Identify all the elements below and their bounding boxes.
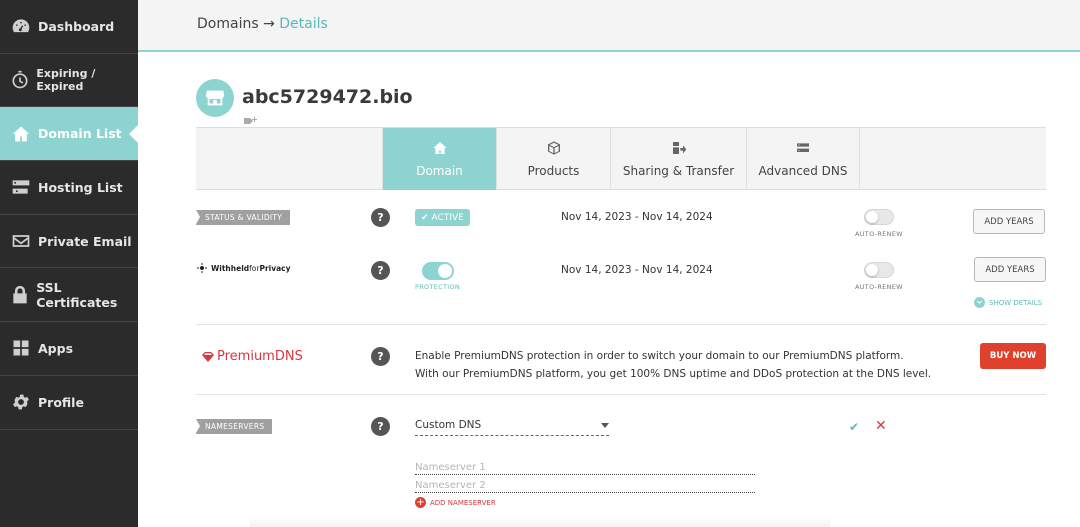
status-badge: ✔ ACTIVE [415, 209, 470, 226]
sidebar-item-label: Expiring / Expired [36, 67, 96, 94]
premium-dns-logo: PremiumDNS [202, 349, 303, 364]
diamond-icon [202, 351, 214, 362]
auto-renew-label: AUTO-RENEW [855, 230, 903, 238]
validity-date-range: Nov 14, 2023 - Nov 14, 2024 [561, 211, 713, 223]
sidebar-item-label: SSL Certificates [36, 279, 118, 310]
help-icon[interactable]: ? [371, 261, 390, 280]
withheld-for-privacy-logo: Withheld for Privacy [197, 263, 291, 273]
sidebar-item-label: Dashboard [38, 18, 115, 34]
tab-label: Domain [416, 164, 463, 178]
nameservers-label: NAMESERVERS [196, 419, 273, 434]
confirm-check-icon[interactable]: ✔ [849, 420, 859, 434]
tab-label: Advanced DNS [758, 164, 848, 178]
add-nameserver-button[interactable]: + ADD NAMESERVER [415, 497, 496, 508]
row-divider [196, 324, 1046, 325]
sidebar-item-hosting-list[interactable]: Hosting List [0, 161, 138, 215]
add-years-button[interactable]: ADD YEARS [973, 209, 1045, 234]
privacy-protection-toggle[interactable] [422, 262, 454, 280]
tabs-bar: Domain Products Sharing & Transfer Advan… [196, 127, 1046, 190]
breadcrumb-separator: → [263, 16, 275, 32]
row-divider [196, 394, 1046, 395]
page-title: abc5729472.bio [242, 86, 413, 108]
auto-renew-toggle[interactable] [864, 209, 894, 225]
buy-now-button[interactable]: BUY NOW [980, 343, 1046, 369]
stopwatch-icon [10, 69, 30, 91]
breadcrumb: Domains → Details [197, 16, 328, 32]
nameserver-type-select[interactable]: Custom DNS [415, 419, 609, 436]
sidebar-item-apps[interactable]: Apps [0, 322, 138, 376]
page-header: Domains → Details [138, 0, 1080, 52]
plus-icon: + [415, 496, 426, 508]
home-icon [432, 140, 448, 158]
server-icon [10, 176, 32, 198]
tab-label: Sharing & Transfer [622, 164, 735, 178]
breadcrumb-domains-link[interactable]: Domains [197, 16, 259, 32]
sidebar-item-domain-list[interactable]: Domain List [0, 107, 138, 162]
nameserver-1-input[interactable] [415, 460, 755, 475]
sidebar-item-label: Apps [38, 340, 74, 356]
transfer-icon [671, 140, 687, 158]
auto-renew-label: AUTO-RENEW [855, 283, 903, 291]
caret-down-icon [601, 423, 609, 428]
premium-dns-description: Enable PremiumDNS protection in order to… [415, 350, 932, 380]
help-icon[interactable]: ? [371, 417, 390, 436]
envelope-icon [10, 230, 32, 252]
speedometer-icon [10, 15, 32, 37]
gear-icon [10, 391, 32, 413]
privacy-auto-renew-toggle[interactable] [864, 262, 894, 278]
nameserver-2-input[interactable] [415, 478, 755, 493]
dns-server-icon [795, 140, 811, 158]
tab-label: Products [527, 164, 580, 178]
tab-domain[interactable]: Domain [382, 128, 496, 190]
tab-advanced-dns[interactable]: Advanced DNS [746, 128, 860, 190]
sidebar: Dashboard Expiring / Expired Domain List… [0, 0, 138, 527]
protection-label: PROTECTION [415, 283, 461, 291]
help-icon[interactable]: ? [371, 208, 390, 227]
privacy-add-years-button[interactable]: ADD YEARS [974, 257, 1046, 282]
apps-grid-icon [10, 337, 32, 359]
status-validity-label: STATUS & VALIDITY [196, 210, 291, 225]
breadcrumb-current: Details [279, 16, 328, 32]
sidebar-item-expiring[interactable]: Expiring / Expired [0, 54, 138, 108]
box-icon [546, 140, 562, 158]
privacy-date-range: Nov 14, 2023 - Nov 14, 2024 [561, 264, 713, 276]
sidebar-item-label: Domain List [38, 126, 122, 142]
chevron-down-icon [974, 297, 985, 308]
sidebar-item-ssl-certificates[interactable]: SSL Certificates [0, 268, 138, 323]
check-icon: ✔ [421, 212, 429, 223]
storefront-icon [196, 79, 234, 117]
home-icon [10, 123, 32, 145]
sidebar-item-label: Profile [38, 394, 84, 410]
sidebar-item-label: Hosting List [38, 179, 123, 195]
sidebar-item-dashboard[interactable]: Dashboard [0, 0, 138, 54]
tab-products[interactable]: Products [496, 128, 610, 190]
add-tag-icon[interactable] [244, 111, 258, 124]
show-details-link[interactable]: SHOW DETAILS [974, 297, 1042, 308]
privacy-sun-icon [197, 263, 207, 273]
cancel-x-icon[interactable]: ✕ [875, 418, 887, 434]
help-icon[interactable]: ? [371, 347, 390, 366]
bottom-shadow [250, 517, 830, 527]
sidebar-item-label: Private Email [38, 233, 132, 249]
tab-sharing-transfer[interactable]: Sharing & Transfer [610, 128, 746, 190]
lock-icon [10, 284, 30, 306]
sidebar-item-private-email[interactable]: Private Email [0, 215, 138, 269]
sidebar-item-profile[interactable]: Profile [0, 376, 138, 430]
